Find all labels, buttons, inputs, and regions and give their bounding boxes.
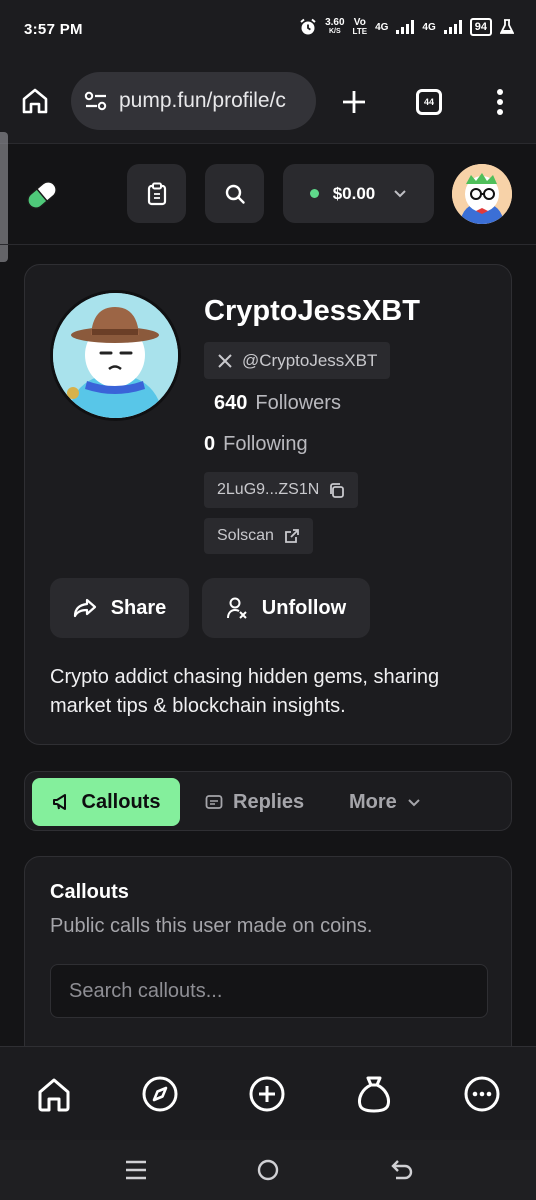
- x-logo-icon: [218, 353, 232, 368]
- clipboard-button[interactable]: [127, 164, 186, 223]
- tab-switcher-button[interactable]: 44: [413, 86, 445, 118]
- browser-home-button[interactable]: [20, 86, 52, 118]
- status-bar: 3:57 PM 3.60 K/S Vo LTE 4G 4G 94: [0, 0, 536, 60]
- signal-icon: [396, 20, 415, 34]
- following-stat[interactable]: 0 Following: [204, 433, 308, 456]
- followers-stat[interactable]: 640 Followers: [214, 392, 341, 415]
- battery-indicator: 94: [469, 18, 492, 36]
- wallet-address-chip[interactable]: 2LuG9...ZS1N: [204, 472, 359, 508]
- share-label: Share: [110, 596, 167, 619]
- tab-more-label: More: [349, 790, 397, 813]
- site-header: $0.00: [0, 145, 536, 245]
- tab-callouts[interactable]: Callouts: [32, 778, 180, 826]
- home-icon: [22, 88, 48, 114]
- following-label: Following: [223, 433, 308, 455]
- recent-apps-icon[interactable]: [122, 1156, 150, 1184]
- status-icons: 3.60 K/S Vo LTE 4G 4G 94: [299, 18, 514, 36]
- kebab-menu-icon: [497, 89, 503, 115]
- tabs-count: 44: [416, 89, 442, 115]
- bag-icon: [358, 1076, 390, 1113]
- url-text: pump.fun/profile/c: [119, 89, 286, 112]
- followers-label: Followers: [255, 392, 341, 414]
- signal-icon-2: [443, 20, 462, 34]
- profile-card: CryptoJessXBT @CryptoJessXBT 640 Follower…: [24, 264, 512, 745]
- browser-toolbar: pump.fun/profile/c 44: [0, 60, 536, 144]
- nav-portfolio-button[interactable]: [353, 1073, 395, 1115]
- chevron-down-icon: [394, 190, 406, 198]
- new-tab-button[interactable]: [338, 86, 370, 118]
- solscan-label: Solscan: [217, 527, 274, 544]
- pill-logo-icon[interactable]: [22, 177, 62, 213]
- tab-replies[interactable]: Replies: [205, 778, 304, 826]
- nav-home-button[interactable]: [33, 1073, 75, 1115]
- callouts-section: Callouts Public calls this user made on …: [24, 856, 512, 1076]
- copy-icon[interactable]: [328, 482, 345, 499]
- user-avatar[interactable]: [452, 164, 512, 224]
- compass-icon: [142, 1076, 178, 1112]
- user-remove-icon: [226, 597, 247, 619]
- home-circle-icon[interactable]: [254, 1156, 282, 1184]
- network-gen-2: 4G: [422, 21, 436, 33]
- unfollow-button[interactable]: Unfollow: [202, 578, 370, 638]
- flask-icon: [500, 19, 514, 34]
- volte-indicator: Vo LTE: [352, 17, 368, 37]
- profile-avatar: [50, 290, 181, 421]
- x-handle-text: @CryptoJessXBT: [242, 350, 378, 370]
- followers-count: 640: [214, 392, 248, 414]
- wallet-address: 2LuG9...ZS1N: [217, 481, 320, 498]
- system-nav-bar: [0, 1140, 536, 1200]
- wallet-button[interactable]: $0.00: [283, 164, 434, 223]
- nav-explore-button[interactable]: [139, 1073, 181, 1115]
- create-icon: [249, 1076, 285, 1112]
- home-icon: [38, 1078, 70, 1112]
- share-button[interactable]: Share: [50, 578, 189, 638]
- more-icon: [464, 1076, 500, 1112]
- status-time: 3:57 PM: [24, 21, 83, 38]
- site-settings-icon[interactable]: [84, 90, 108, 112]
- nav-create-button[interactable]: [246, 1073, 288, 1115]
- wallet-status-dot: [309, 189, 319, 198]
- search-icon: [225, 184, 245, 204]
- external-link-icon: [285, 528, 299, 543]
- plus-icon: [343, 91, 365, 113]
- back-icon[interactable]: [388, 1156, 416, 1184]
- bottom-nav: [0, 1046, 536, 1140]
- tab-more[interactable]: More: [349, 778, 421, 826]
- message-icon: [205, 795, 223, 809]
- network-gen-1: 4G: [375, 21, 389, 33]
- tab-replies-label: Replies: [233, 790, 305, 813]
- net-speed: 3.60 K/S: [325, 17, 345, 36]
- profile-tabs: Callouts Replies More: [24, 771, 512, 831]
- profile-bio: Crypto addict chasing hidden gems, shari…: [50, 666, 440, 717]
- wallet-balance: $0.00: [332, 183, 376, 203]
- callouts-search-input[interactable]: [50, 964, 488, 1018]
- chevron-down-icon: [408, 798, 420, 806]
- following-count: 0: [204, 433, 216, 455]
- tab-callouts-label: Callouts: [81, 790, 161, 813]
- profile-avatar-image: [53, 293, 178, 418]
- browser-menu-button[interactable]: [484, 86, 516, 118]
- profile-username: CryptoJessXBT: [204, 295, 420, 327]
- share-icon: [73, 598, 96, 618]
- nav-more-button[interactable]: [461, 1073, 503, 1115]
- x-handle-link[interactable]: @CryptoJessXBT: [204, 342, 391, 379]
- callouts-subtitle: Public calls this user made on coins.: [50, 915, 373, 937]
- url-bar[interactable]: pump.fun/profile/c: [71, 72, 316, 130]
- megaphone-icon: [52, 794, 66, 810]
- user-avatar-image: [452, 164, 512, 224]
- clipboard-icon: [147, 182, 166, 205]
- callouts-title: Callouts: [50, 881, 129, 903]
- unfollow-label: Unfollow: [261, 596, 347, 619]
- alarm-icon: [300, 18, 316, 35]
- solscan-link[interactable]: Solscan: [204, 518, 313, 554]
- search-button[interactable]: [205, 164, 264, 223]
